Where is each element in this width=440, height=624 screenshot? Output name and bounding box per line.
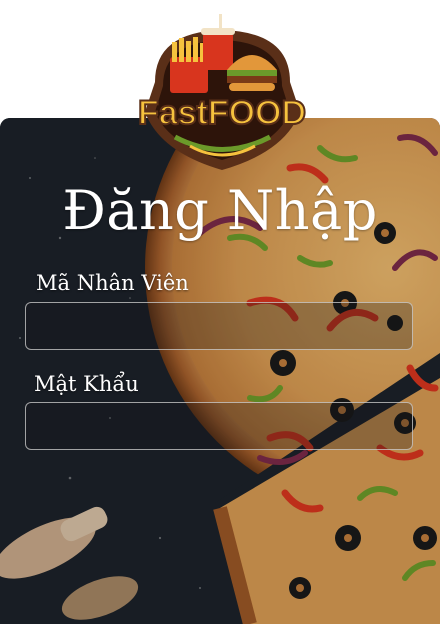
login-window: FastFOOD Đăng Nhập Mã Nhân Viên Mật Khẩu [0,0,440,624]
fast-food-logo-icon: FastFOOD [137,14,307,170]
password-label: Mật Khẩu [34,372,139,396]
employee-id-label: Mã Nhân Viên [36,271,189,295]
logo-text: FastFOOD [138,94,306,132]
password-input[interactable] [25,402,413,450]
fastfood-logo: FastFOOD [135,12,310,187]
login-title: Đăng Nhập [62,179,378,242]
employee-id-input[interactable] [25,302,413,350]
